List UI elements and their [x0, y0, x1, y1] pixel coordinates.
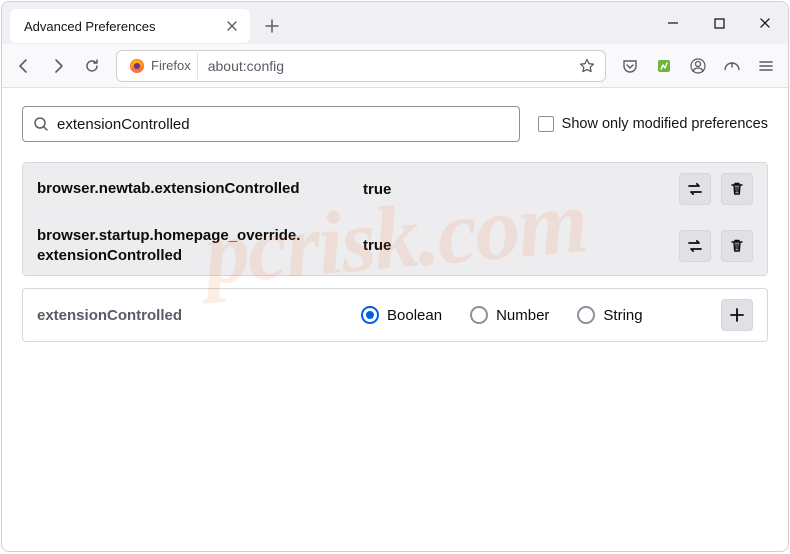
radio-number[interactable]: Number	[470, 306, 549, 324]
identity-box[interactable]: Firefox	[123, 53, 198, 79]
radio-string[interactable]: String	[577, 306, 642, 324]
tab-title: Advanced Preferences	[24, 19, 156, 34]
app-menu-button[interactable]	[750, 50, 782, 82]
extension-icon[interactable]	[648, 50, 680, 82]
pref-name: browser.startup.homepage_override. exten…	[37, 226, 347, 265]
pref-value: true	[363, 237, 663, 254]
pref-row[interactable]: browser.startup.homepage_override. exten…	[23, 215, 767, 275]
pocket-button[interactable]	[614, 50, 646, 82]
overflow-button[interactable]	[716, 50, 748, 82]
account-button[interactable]	[682, 50, 714, 82]
radio-icon	[470, 306, 488, 324]
forward-button[interactable]	[42, 50, 74, 82]
delete-button[interactable]	[721, 230, 753, 262]
toggle-button[interactable]	[679, 230, 711, 262]
bookmark-star-icon[interactable]	[575, 58, 599, 74]
window-controls	[650, 7, 788, 39]
toggle-button[interactable]	[679, 173, 711, 205]
back-button[interactable]	[8, 50, 40, 82]
radio-label: String	[603, 307, 642, 324]
radio-label: Boolean	[387, 307, 442, 324]
identity-label: Firefox	[151, 58, 191, 73]
maximize-button[interactable]	[696, 7, 742, 39]
close-window-button[interactable]	[742, 7, 788, 39]
tabs-area: Advanced Preferences	[10, 3, 286, 43]
close-tab-icon[interactable]	[222, 16, 242, 36]
reload-button[interactable]	[76, 50, 108, 82]
checkbox-icon	[538, 116, 554, 132]
pref-name: browser.newtab.extensionControlled	[37, 179, 347, 199]
url-text: about:config	[198, 58, 284, 74]
nav-toolbar: Firefox about:config	[2, 44, 788, 88]
firefox-icon	[129, 58, 145, 74]
minimize-button[interactable]	[650, 7, 696, 39]
add-pref-button[interactable]	[721, 299, 753, 331]
search-value: extensionControlled	[57, 116, 190, 133]
url-bar[interactable]: Firefox about:config	[116, 50, 606, 82]
results-table: browser.newtab.extensionControlled true …	[22, 162, 768, 276]
titlebar: Advanced Preferences	[2, 2, 788, 44]
search-icon	[33, 116, 49, 132]
type-radios: Boolean Number String	[361, 306, 707, 324]
radio-icon	[361, 306, 379, 324]
pref-row[interactable]: browser.newtab.extensionControlled true	[23, 163, 767, 215]
browser-window: Advanced Preferences Firefox	[1, 1, 789, 552]
config-topbar: extensionControlled Show only modified p…	[22, 106, 768, 142]
show-modified-checkbox[interactable]: Show only modified preferences	[538, 116, 768, 132]
radio-label: Number	[496, 307, 549, 324]
radio-icon	[577, 306, 595, 324]
delete-button[interactable]	[721, 173, 753, 205]
new-pref-row: extensionControlled Boolean Number Strin…	[22, 288, 768, 342]
browser-tab[interactable]: Advanced Preferences	[10, 9, 250, 43]
new-pref-name: extensionControlled	[37, 307, 347, 324]
pref-value: true	[363, 181, 663, 198]
radio-boolean[interactable]: Boolean	[361, 306, 442, 324]
row-actions	[679, 230, 753, 262]
page-content: pcrisk.com extensionControlled Show only…	[2, 88, 788, 360]
checkbox-label: Show only modified preferences	[562, 116, 768, 132]
new-tab-button[interactable]	[258, 12, 286, 40]
row-actions	[679, 173, 753, 205]
config-search-input[interactable]: extensionControlled	[22, 106, 520, 142]
